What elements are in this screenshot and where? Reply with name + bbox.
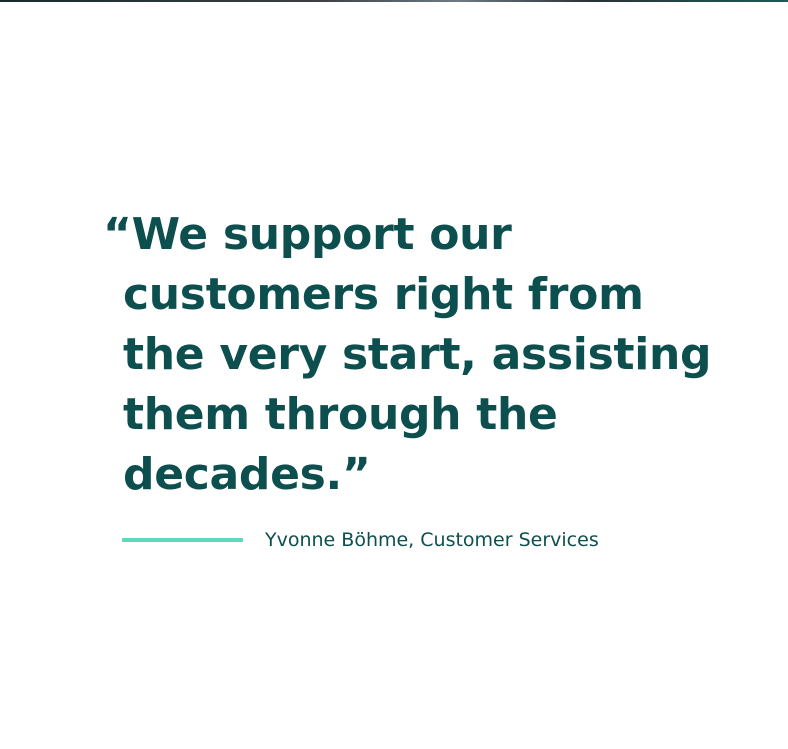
quote-line-3: the very start, assisting: [123, 329, 712, 380]
quote-line-2: customers right from: [123, 269, 644, 320]
quote-line-5: decades.”: [123, 449, 371, 500]
image-bottom-edge: [0, 0, 788, 2]
testimonial-quote: “We support our customers right from the…: [103, 205, 712, 505]
attribution-name: Yvonne Böhme, Customer Services: [265, 529, 599, 551]
quote-line-4: them through the: [123, 389, 558, 440]
quote-line-1: “We support our: [103, 209, 512, 260]
testimonial-section: “We support our customers right from the…: [0, 0, 788, 749]
accent-divider: [122, 538, 243, 542]
quote-attribution: Yvonne Böhme, Customer Services: [122, 522, 599, 558]
